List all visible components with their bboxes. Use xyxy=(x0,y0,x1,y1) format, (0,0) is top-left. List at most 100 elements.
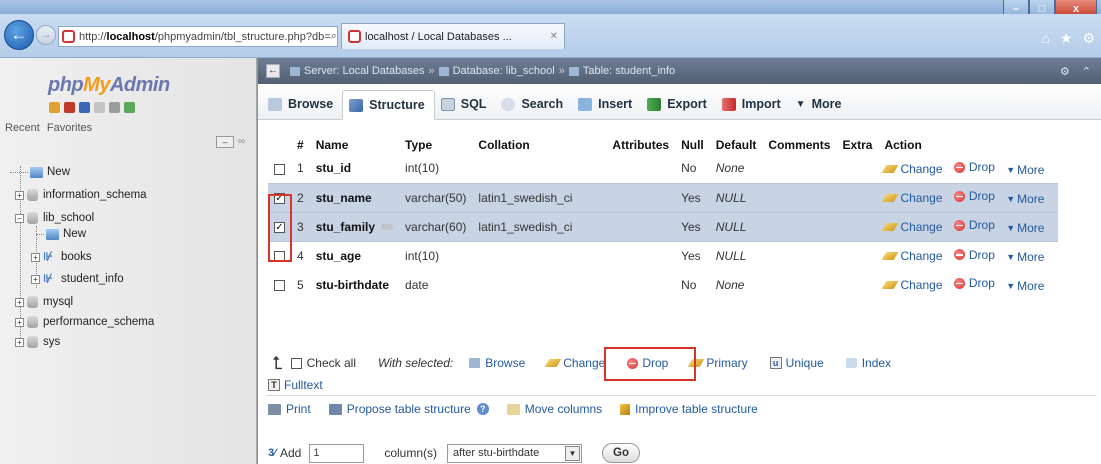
fulltext-label: Fulltext xyxy=(284,378,323,392)
primary-selected-button[interactable]: Primary xyxy=(688,356,748,370)
breadcrumb-table[interactable]: Table: student_info xyxy=(583,65,675,77)
collapse-all-button[interactable]: – xyxy=(216,136,234,148)
settings-icon[interactable]: ⚙ xyxy=(1060,65,1070,78)
check-all-label: Check all xyxy=(306,356,356,370)
browse-label: Browse xyxy=(485,356,526,370)
url-host: localhost xyxy=(106,30,155,43)
tab-close-icon[interactable]: ✕ xyxy=(550,31,558,42)
expand-icon[interactable]: + xyxy=(31,274,40,284)
change-link[interactable]: Change xyxy=(882,162,943,176)
change-selected-button[interactable]: Change xyxy=(544,356,605,370)
index-selected-button[interactable]: Index xyxy=(845,356,891,370)
improve-structure-link[interactable]: Improve table structure xyxy=(620,402,758,416)
favorites-link[interactable]: Favorites xyxy=(47,122,92,134)
fulltext-selected-button[interactable]: T Fulltext xyxy=(268,378,323,392)
tab-more[interactable]: ▼ More xyxy=(790,89,851,119)
change-link[interactable]: Change xyxy=(882,220,943,234)
back-arrow-icon[interactable]: ← xyxy=(266,64,280,78)
phpmyadmin-logo[interactable]: phpMyAdmin xyxy=(48,74,170,97)
check-all-checkbox[interactable] xyxy=(290,357,302,369)
drop-link[interactable]: Drop xyxy=(953,218,995,232)
browser-navbar: ← → http://localhost/phpmyadmin/tbl_stru… xyxy=(0,14,1101,58)
index-icon xyxy=(845,358,857,368)
tab-insert[interactable]: Insert xyxy=(572,89,641,119)
collapse-icon[interactable]: – xyxy=(15,213,24,223)
tree-item-performance-schema[interactable]: + performance_schema xyxy=(15,312,154,332)
breadcrumb-database[interactable]: Database: lib_school xyxy=(453,65,555,77)
tab-browse[interactable]: Browse xyxy=(262,89,342,119)
print-link[interactable]: Print xyxy=(268,402,311,416)
browser-tab[interactable]: localhost / Local Databases ... ✕ xyxy=(341,23,565,49)
propose-structure-link[interactable]: Propose table structure? xyxy=(328,402,489,416)
unique-selected-button[interactable]: u Unique xyxy=(769,356,824,370)
tab-search[interactable]: Search xyxy=(495,89,572,119)
back-button[interactable]: ← xyxy=(4,20,34,50)
field-extra xyxy=(836,182,879,213)
drop-link[interactable]: Drop xyxy=(953,248,995,262)
tab-export[interactable]: Export xyxy=(641,89,716,119)
more-link[interactable]: ▼ More xyxy=(1006,163,1044,177)
header-default[interactable]: Default xyxy=(710,134,763,154)
more-link[interactable]: ▼ More xyxy=(1006,221,1044,235)
link-icon[interactable]: ∞ xyxy=(238,136,245,147)
expand-icon[interactable]: + xyxy=(15,190,24,200)
change-link[interactable]: Change xyxy=(882,278,943,292)
expand-icon[interactable]: + xyxy=(15,337,24,347)
expand-icon[interactable]: + xyxy=(31,252,40,262)
tree-label: lib_school xyxy=(43,212,95,224)
header-attributes[interactable]: Attributes xyxy=(606,134,675,154)
more-link[interactable]: ▼ More xyxy=(1006,192,1044,206)
recent-link[interactable]: Recent xyxy=(5,122,40,134)
header-null[interactable]: Null xyxy=(675,134,710,154)
settings-icon[interactable] xyxy=(109,102,120,113)
collapse-icon[interactable]: ⌃ xyxy=(1082,65,1091,78)
help-icon[interactable] xyxy=(79,102,90,113)
search-icon[interactable]: ⌕ xyxy=(331,30,337,43)
home-icon[interactable] xyxy=(49,102,60,113)
new-table-icon xyxy=(46,228,59,240)
exit-icon[interactable] xyxy=(64,102,75,113)
address-bar[interactable]: http://localhost/phpmyadmin/tbl_structur… xyxy=(58,26,338,47)
tab-sql[interactable]: SQL xyxy=(435,89,496,119)
home-icon[interactable]: ⌂ xyxy=(1041,30,1049,47)
expand-icon[interactable]: + xyxy=(15,297,24,307)
reload-icon[interactable] xyxy=(124,102,135,113)
more-link[interactable]: ▼ More xyxy=(1006,250,1044,264)
drop-link[interactable]: Drop xyxy=(953,276,995,290)
go-button[interactable]: Go xyxy=(602,443,640,463)
tree-item-student-info[interactable]: + ⊮ student_info xyxy=(31,269,124,289)
row-checkbox[interactable] xyxy=(274,163,285,175)
tree-item-new-table[interactable]: New xyxy=(36,224,86,244)
star-icon[interactable]: ★ xyxy=(1060,30,1073,47)
header-extra[interactable]: Extra xyxy=(836,134,878,154)
help-icon[interactable]: ? xyxy=(476,403,489,415)
tree-item-information-schema[interactable]: + information_schema xyxy=(15,185,147,205)
tree-item-mysql[interactable]: + mysql xyxy=(15,292,73,312)
move-columns-link[interactable]: Move columns xyxy=(506,402,602,416)
browse-selected-button[interactable]: Browse xyxy=(469,356,525,370)
drop-link[interactable]: Drop xyxy=(953,160,995,174)
header-comments[interactable]: Comments xyxy=(762,134,836,154)
docs-icon[interactable] xyxy=(94,102,105,113)
tree-item-books[interactable]: + ⊮ books xyxy=(31,247,92,267)
header-type[interactable]: Type xyxy=(399,134,472,154)
header-name[interactable]: Name xyxy=(310,134,399,154)
tree-item-new[interactable]: New xyxy=(10,162,70,182)
divider xyxy=(266,395,1096,396)
check-all-link[interactable]: Check all xyxy=(290,356,356,370)
tree-item-sys[interactable]: + sys xyxy=(15,332,60,352)
tab-structure[interactable]: Structure xyxy=(342,90,435,120)
expand-icon[interactable]: + xyxy=(15,317,24,327)
more-link[interactable]: ▼ More xyxy=(1006,279,1044,293)
column-count-input[interactable] xyxy=(309,443,365,463)
breadcrumb-server[interactable]: Server: Local Databases xyxy=(304,65,424,77)
tab-import[interactable]: Import xyxy=(716,89,790,119)
row-checkbox[interactable] xyxy=(274,279,285,291)
gear-icon[interactable]: ⚙ xyxy=(1082,30,1095,47)
change-link[interactable]: Change xyxy=(882,249,943,263)
forward-button[interactable]: → xyxy=(36,25,56,45)
drop-link[interactable]: Drop xyxy=(953,189,995,203)
header-collation[interactable]: Collation xyxy=(472,134,606,154)
column-position-select[interactable]: after stu-birthdate ▼ xyxy=(447,443,583,463)
change-link[interactable]: Change xyxy=(882,191,943,205)
